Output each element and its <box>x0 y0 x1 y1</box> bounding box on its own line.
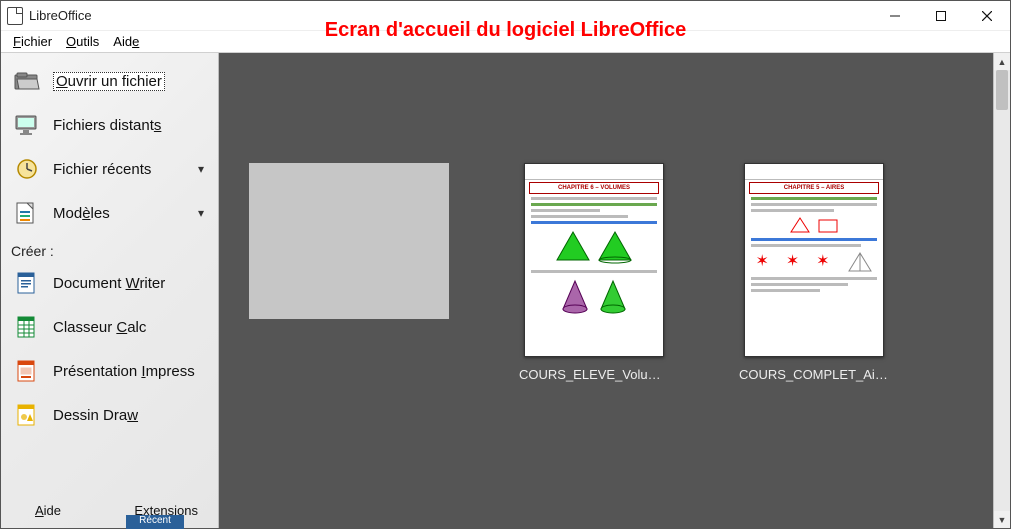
sidebar-recent-files[interactable]: Fichier récents ▾ <box>7 147 212 191</box>
sidebar-item-label: Fichiers distants <box>53 117 161 134</box>
templates-icon <box>11 199 43 227</box>
close-icon <box>982 11 992 21</box>
thumbnail: CHAPITRE 6 – VOLUMES <box>524 163 664 357</box>
close-button[interactable] <box>964 1 1010 31</box>
sidebar: Ouvrir un fichier Fichiers distants Fich… <box>1 53 219 528</box>
sidebar-create-impress[interactable]: Présentation Impress <box>7 349 212 393</box>
maximize-button[interactable] <box>918 1 964 31</box>
chevron-down-icon: ▾ <box>198 206 208 220</box>
sidebar-item-label: Classeur Calc <box>53 319 146 336</box>
star-icon: ✶ <box>816 251 829 273</box>
body: Ouvrir un fichier Fichiers distants Fich… <box>1 53 1010 528</box>
recent-doc-volumes[interactable]: CHAPITRE 6 – VOLUMES <box>519 163 669 382</box>
sidebar-item-label: Document Writer <box>53 275 165 292</box>
sidebar-item-label: Fichier récents <box>53 161 151 178</box>
blank-document-slot[interactable] <box>249 163 449 319</box>
window: LibreOffice Ecran d'accueil du logiciel … <box>0 0 1011 529</box>
sidebar-create-writer[interactable]: Document Writer <box>7 261 212 305</box>
window-title: LibreOffice <box>29 8 92 23</box>
sidebar-create-calc[interactable]: Classeur Calc <box>7 305 212 349</box>
calc-icon <box>11 313 43 341</box>
footer-strip: Récent <box>0 517 1011 529</box>
sidebar-item-label: Dessin Draw <box>53 407 138 424</box>
thumbnail: CHAPITRE 5 – AIRES ✶✶✶ <box>744 163 884 357</box>
draw-icon <box>11 401 43 429</box>
impress-icon <box>11 357 43 385</box>
writer-icon <box>11 269 43 297</box>
recent-doc-aires[interactable]: CHAPITRE 5 – AIRES ✶✶✶ <box>739 163 889 382</box>
star-icon: ✶ <box>786 251 799 273</box>
footer-recent-tab[interactable]: Récent <box>126 515 184 529</box>
sidebar-item-label: Modèles <box>53 205 110 222</box>
menu-fichier[interactable]: Fichier <box>7 33 58 50</box>
scroll-track[interactable] <box>994 70 1010 511</box>
sidebar-remote-files[interactable]: Fichiers distants <box>7 103 212 147</box>
open-file-icon <box>11 67 43 95</box>
menubar: Fichier Outils Aide <box>1 31 1010 53</box>
scroll-up-button[interactable]: ▲ <box>994 53 1010 70</box>
remote-files-icon <box>11 111 43 139</box>
sidebar-create-draw[interactable]: Dessin Draw <box>7 393 212 437</box>
chevron-down-icon: ▾ <box>198 162 208 176</box>
thumbnail-label: COURS_ELEVE_Volumes... <box>519 367 669 382</box>
thumbnail-label: COURS_COMPLET_Aires... <box>739 367 889 382</box>
minimize-icon <box>890 11 900 21</box>
app-icon <box>7 7 23 25</box>
scroll-thumb[interactable] <box>996 70 1008 110</box>
menu-outils[interactable]: Outils <box>60 33 105 50</box>
minimize-button[interactable] <box>872 1 918 31</box>
sidebar-help-link[interactable]: Aide <box>35 503 61 518</box>
vertical-scrollbar[interactable]: ▲ ▼ <box>993 53 1010 528</box>
sidebar-item-label: Présentation Impress <box>53 363 195 380</box>
sidebar-section-create: Créer : <box>7 235 212 261</box>
sidebar-templates[interactable]: Modèles ▾ <box>7 191 212 235</box>
sidebar-item-label: Ouvrir un fichier <box>53 72 165 91</box>
sidebar-open-file[interactable]: Ouvrir un fichier <box>7 59 212 103</box>
star-icon: ✶ <box>755 251 768 273</box>
maximize-icon <box>936 11 946 21</box>
titlebar: LibreOffice <box>1 1 1010 31</box>
menu-aide[interactable]: Aide <box>107 33 145 50</box>
blank-thumbnail <box>249 163 449 319</box>
recent-files-icon <box>11 155 43 183</box>
recent-documents-area: CHAPITRE 6 – VOLUMES <box>219 53 1010 528</box>
